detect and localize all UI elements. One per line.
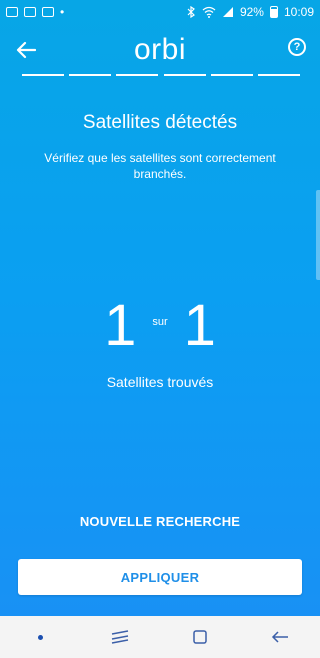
status-bar: • 92% 10:09 — [0, 0, 320, 24]
more-icon: • — [60, 5, 65, 19]
found-label: Satellites trouvés — [106, 374, 214, 390]
clock-time: 10:09 — [283, 5, 314, 19]
progress-step — [22, 74, 64, 76]
battery-percent: 92% — [239, 5, 264, 19]
progress-step — [163, 74, 206, 76]
found-count: 1 — [104, 293, 137, 358]
progress-step — [210, 74, 253, 76]
progress-step — [69, 74, 112, 76]
wifi-icon — [202, 6, 216, 18]
dot-icon — [37, 634, 43, 640]
back-nav-button[interactable] — [260, 622, 300, 652]
image-icon — [6, 7, 18, 17]
system-nav-bar — [0, 616, 320, 658]
calendar-icon — [42, 7, 54, 17]
bluetooth-icon — [187, 6, 195, 18]
total-count: 1 — [183, 293, 216, 358]
progress-step — [116, 74, 159, 76]
status-left: • — [6, 5, 64, 19]
count-separator: sur — [152, 315, 168, 328]
recent-apps-button[interactable] — [100, 622, 140, 652]
page-subtitle: Vérifiez que les satellites sont correct… — [44, 151, 276, 181]
apply-button[interactable]: APPLIQUER — [18, 559, 302, 595]
app-header: orbi ? — [0, 30, 320, 70]
status-right: 92% 10:09 — [186, 5, 314, 19]
orbi-logo: orbi — [133, 33, 187, 66]
rescan-button[interactable]: NOUVELLE RECHERCHE — [0, 514, 320, 529]
screenshot-icon — [24, 7, 36, 17]
satellite-count: 1 sur 1 — [0, 292, 320, 359]
battery-icon — [269, 6, 278, 18]
edge-panel-handle[interactable] — [316, 190, 320, 280]
signal-icon — [222, 7, 233, 17]
setup-progress — [22, 74, 300, 76]
home-button[interactable] — [180, 622, 220, 652]
nav-dot-button[interactable] — [20, 622, 60, 652]
page-title: Satellites détectés — [82, 112, 238, 133]
home-square-icon — [193, 630, 207, 644]
recent-apps-icon — [111, 630, 129, 644]
help-button[interactable]: ? — [288, 38, 306, 56]
back-arrow-icon — [271, 631, 288, 643]
progress-step — [257, 74, 300, 76]
